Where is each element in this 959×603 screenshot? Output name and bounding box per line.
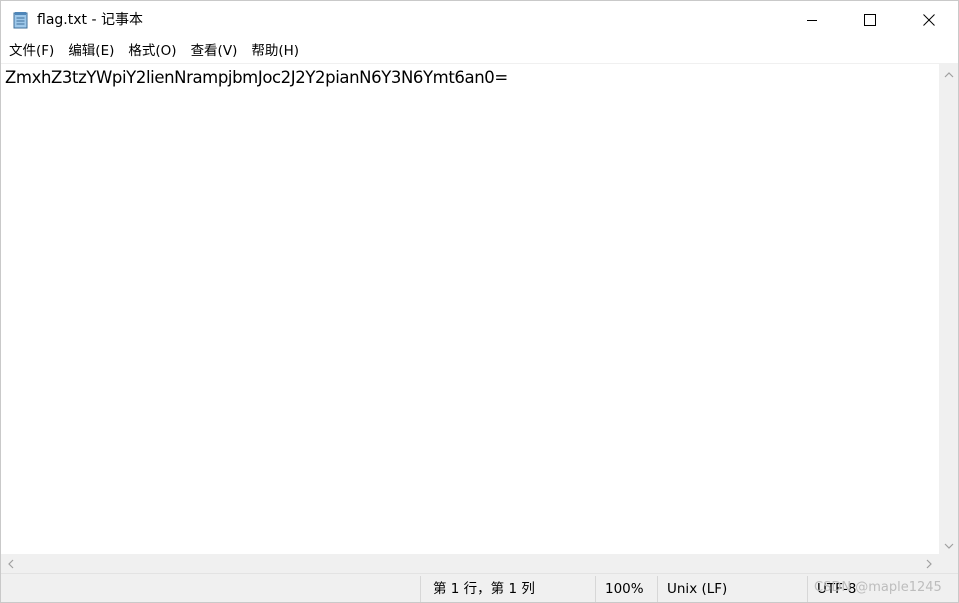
editor-content[interactable]: ZmxhZ3tzYWpiY2lienNrampjbmJoc2J2Y2pianN6… xyxy=(5,67,508,89)
status-divider xyxy=(420,576,421,602)
status-bar: 第 1 行，第 1 列 100% Unix (LF) UTF-8 CSDN @m… xyxy=(1,573,958,602)
menu-edit[interactable]: 编辑(E) xyxy=(61,39,121,63)
menu-file[interactable]: 文件(F) xyxy=(1,39,61,63)
maximize-button[interactable] xyxy=(841,1,899,39)
status-divider xyxy=(807,576,808,602)
cursor-position: 第 1 行，第 1 列 xyxy=(433,581,535,597)
minimize-icon xyxy=(806,11,818,30)
scrollbar-corner xyxy=(939,554,958,573)
title-bar[interactable]: flag.txt - 记事本 xyxy=(1,1,958,39)
horizontal-scrollbar[interactable] xyxy=(1,554,939,573)
menu-bar: 文件(F) 编辑(E) 格式(O) 查看(V) 帮助(H) xyxy=(1,39,958,63)
status-divider xyxy=(657,576,658,602)
close-icon xyxy=(923,11,935,30)
minimize-button[interactable] xyxy=(783,1,841,39)
scroll-up-button[interactable] xyxy=(939,63,958,83)
window-title: flag.txt - 记事本 xyxy=(37,12,143,28)
status-divider xyxy=(595,576,596,602)
line-ending: Unix (LF) xyxy=(667,581,728,597)
maximize-icon xyxy=(864,11,876,30)
menu-view[interactable]: 查看(V) xyxy=(184,39,245,63)
chevron-up-icon xyxy=(944,64,954,83)
vertical-scrollbar[interactable] xyxy=(939,63,958,554)
scroll-right-button[interactable] xyxy=(919,554,939,573)
scroll-left-button[interactable] xyxy=(1,554,21,573)
menu-format[interactable]: 格式(O) xyxy=(121,39,183,63)
close-button[interactable] xyxy=(900,1,958,39)
text-editor[interactable]: ZmxhZ3tzYWpiY2lienNrampjbmJoc2J2Y2pianN6… xyxy=(1,63,939,555)
chevron-left-icon xyxy=(7,554,15,573)
chevron-right-icon xyxy=(925,554,933,573)
scroll-down-button[interactable] xyxy=(939,534,958,554)
menu-help[interactable]: 帮助(H) xyxy=(244,39,306,63)
zoom-level: 100% xyxy=(605,581,644,597)
watermark-text: CSDN @maple1245 xyxy=(814,580,942,595)
notepad-icon xyxy=(12,11,30,29)
chevron-down-icon xyxy=(944,535,954,554)
notepad-window: flag.txt - 记事本 文件(F) 编辑(E) 格式(O) 查看(V) 帮… xyxy=(0,0,959,603)
